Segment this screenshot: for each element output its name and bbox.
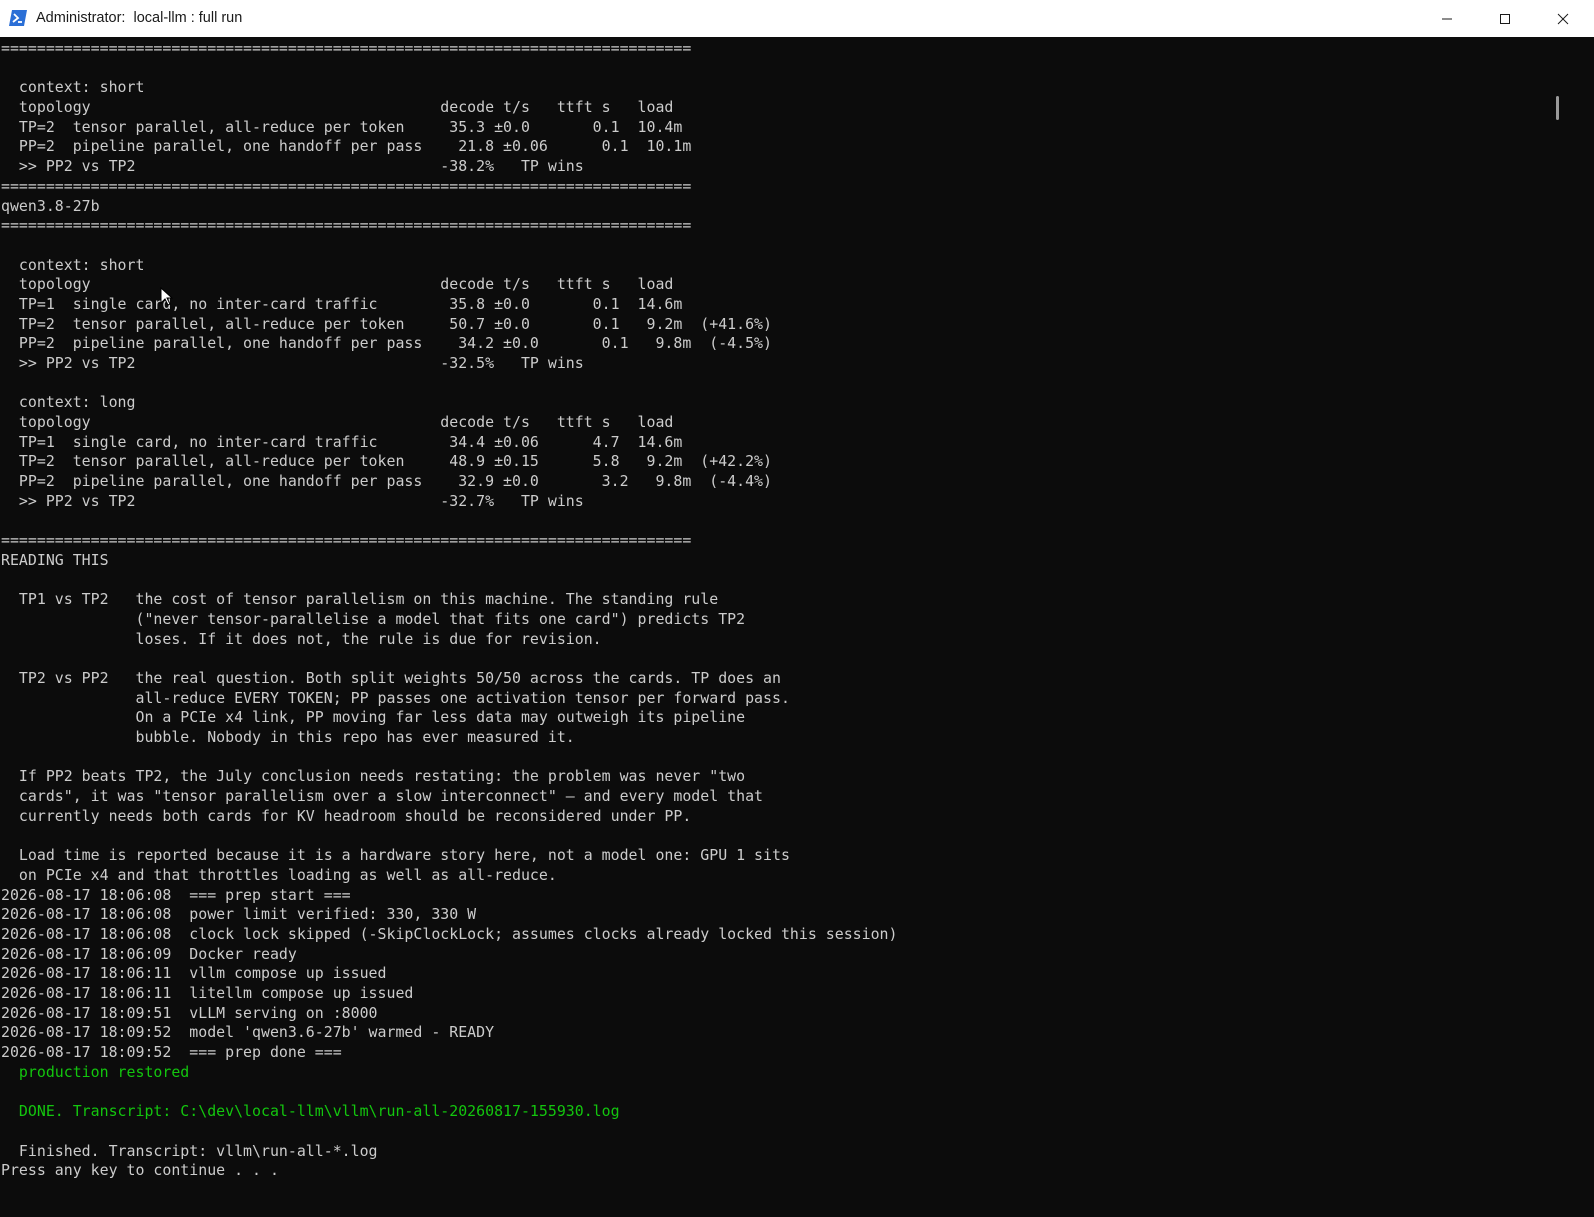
close-button[interactable] (1534, 0, 1592, 37)
console-line: Finished. Transcript: vllm\run-all-*.log (1, 1141, 378, 1160)
console-line: loses. If it does not, the rule is due f… (1, 629, 602, 648)
console-line: On a PCIe x4 link, PP moving far less da… (1, 708, 746, 727)
console-line: TP=1 single card, no inter-card traffic … (1, 294, 683, 313)
console-line: 2026-08-17 18:06:08 clock lock skipped (… (1, 924, 898, 943)
console-line: Press any key to continue . . . (1, 1161, 279, 1180)
window-title: Administrator: local-llm : full run (36, 10, 243, 26)
maximize-button[interactable] (1476, 0, 1534, 37)
console-line: Load time is reported because it is a ha… (1, 846, 790, 865)
console-line: 2026-08-17 18:09:52 model 'qwen3.6-27b' … (1, 1023, 495, 1042)
console-line: TP=2 tensor parallel, all-reduce per tok… (1, 117, 683, 136)
console-line: 2026-08-17 18:06:11 vllm compose up issu… (1, 964, 387, 983)
minimize-button[interactable] (1418, 0, 1476, 37)
console-line: topology decode t/s ttft s load (1, 413, 674, 432)
mouse-pointer-icon (160, 286, 174, 307)
console-lines: ========================================… (1, 39, 898, 1181)
console-line: context: short (1, 78, 145, 97)
console-line: context: short (1, 255, 145, 274)
console-line: qwen3.8-27b (1, 196, 100, 215)
console-line: ========================================… (1, 216, 692, 235)
console-line: production restored (1, 1062, 190, 1081)
console-line: 2026-08-17 18:06:09 Docker ready (1, 944, 297, 963)
console-line: ========================================… (1, 39, 692, 57)
console-line: 2026-08-17 18:06:08 === prep start === (1, 885, 351, 904)
console-line: 2026-08-17 18:06:11 litellm compose up i… (1, 984, 414, 1002)
title-bar[interactable]: Administrator: local-llm : full run (0, 0, 1594, 37)
console-line: >> PP2 vs TP2 -38.2% TP wins (1, 157, 584, 176)
maximize-icon (1500, 13, 1510, 24)
console-line: all-reduce EVERY TOKEN; PP passes one ac… (1, 688, 790, 707)
console-line: DONE. Transcript: C:\dev\local-llm\vllm\… (1, 1102, 620, 1121)
console-line: ========================================… (1, 531, 692, 550)
console-line: topology decode t/s ttft s load (1, 98, 674, 117)
console-line: TP=2 tensor parallel, all-reduce per tok… (1, 452, 772, 471)
console-line: PP=2 pipeline parallel, one handoff per … (1, 137, 692, 156)
close-icon (1557, 13, 1569, 24)
console-line: READING THIS (1, 550, 109, 569)
console-line: >> PP2 vs TP2 -32.7% TP wins (1, 491, 584, 510)
console-line: context: long (1, 393, 136, 412)
console-line: TP=1 single card, no inter-card traffic … (1, 432, 683, 451)
console-line: >> PP2 vs TP2 -32.5% TP wins (1, 354, 584, 372)
console-line: on PCIe x4 and that throttles loading as… (1, 865, 557, 884)
console-line: TP1 vs TP2 the cost of tensor parallelis… (1, 590, 719, 609)
scrollbar-track[interactable] (1578, 37, 1594, 1217)
console-line: ========================================… (1, 176, 692, 195)
console-line: TP=2 tensor parallel, all-reduce per tok… (1, 314, 772, 333)
console-line: TP2 vs PP2 the real question. Both split… (1, 669, 781, 687)
console-line: 2026-08-17 18:06:08 power limit verified… (1, 905, 477, 924)
minimize-icon (1442, 18, 1452, 19)
console-line: cards", it was "tensor parallelism over … (1, 787, 764, 806)
console-line: ("never tensor-parallelise a model that … (1, 609, 746, 628)
console-line: PP=2 pipeline parallel, one handoff per … (1, 334, 772, 353)
scrollbar-thumb[interactable] (1556, 96, 1559, 120)
console-line: bubble. Nobody in this repo has ever mea… (1, 728, 575, 747)
console-output[interactable]: ========================================… (0, 37, 1578, 1217)
console-line: If PP2 beats TP2, the July conclusion ne… (1, 767, 746, 786)
console-line: topology decode t/s ttft s load (1, 275, 674, 294)
console-line: PP=2 pipeline parallel, one handoff per … (1, 472, 772, 491)
powershell-icon (8, 9, 28, 27)
terminal-window: Administrator: local-llm : full run ====… (0, 0, 1594, 1217)
console-line: 2026-08-17 18:09:51 vLLM serving on :800… (1, 1003, 378, 1022)
console-line: currently needs both cards for KV headro… (1, 806, 692, 825)
console-line: 2026-08-17 18:09:52 === prep done === (1, 1043, 342, 1062)
